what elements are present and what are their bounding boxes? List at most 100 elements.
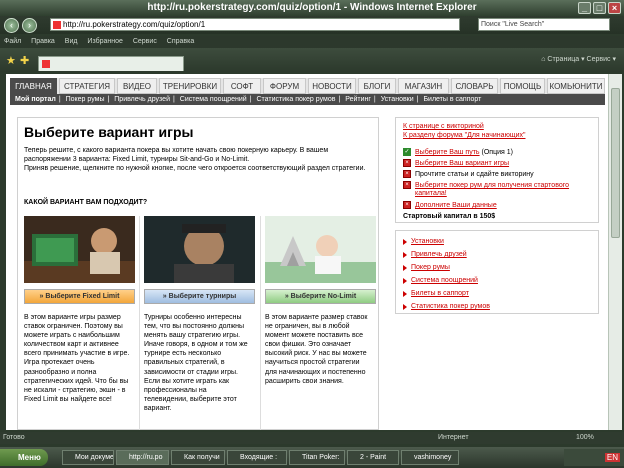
no-limit-description: В этом варианте размер ставок не огранич… bbox=[265, 314, 368, 385]
subnav-stats[interactable]: Статистика покер румов bbox=[257, 96, 336, 103]
maximize-button[interactable]: □ bbox=[593, 2, 606, 14]
tournament-image bbox=[144, 216, 255, 283]
vertical-scrollbar[interactable] bbox=[608, 74, 622, 430]
site-sub-nav: Мой портал | Покер румы | Привлечь друзей |… bbox=[10, 94, 605, 105]
nav-forum[interactable]: ФОРУМ bbox=[263, 78, 306, 94]
window-title-bar: http://ru.pokerstrategy.com/quiz/option/… bbox=[0, 0, 624, 16]
link-invite-friends[interactable]: Привлечь друзей bbox=[411, 251, 467, 259]
command-bar: ⌂ Страница ▾ Сервис ▾ bbox=[541, 56, 616, 63]
subnav-rooms[interactable]: Покер румы bbox=[66, 96, 105, 103]
task-how-to[interactable]: Как получи bbox=[171, 450, 225, 465]
nav-home[interactable]: ГЛАВНАЯ bbox=[10, 78, 57, 94]
link-support-tickets[interactable]: Билеты в саппорт bbox=[411, 290, 469, 298]
nav-software[interactable]: СОФТ bbox=[223, 78, 261, 94]
task-inbox[interactable]: Входящие : bbox=[227, 450, 287, 465]
nav-strategy[interactable]: СТРАТЕГИЯ bbox=[59, 78, 115, 94]
page-title: Выберите вариант игры bbox=[24, 124, 194, 140]
favorites-bar: ★ ✚ ⌂ Страница ▾ Сервис ▾ bbox=[0, 48, 624, 72]
search-input[interactable]: Поиск "Live Search" bbox=[478, 18, 610, 31]
no-limit-image bbox=[265, 216, 376, 283]
subnav-invite[interactable]: Привлечь друзей bbox=[114, 96, 170, 103]
arrow-icon bbox=[403, 265, 407, 271]
link-rewards[interactable]: Система поощрений bbox=[411, 277, 478, 285]
site-main-nav: ГЛАВНАЯ СТРАТЕГИЯ ВИДЕО ТРЕНИРОВКИ СОФТ … bbox=[10, 78, 605, 94]
column-divider bbox=[139, 216, 140, 430]
step-1-link[interactable]: Выберите Ваш путь bbox=[415, 149, 480, 156]
nav-news[interactable]: НОВОСТИ bbox=[308, 78, 356, 94]
step-2-link[interactable]: Выберите Ваш вариант игры bbox=[415, 160, 509, 168]
step-done-icon: ✓ bbox=[403, 148, 411, 156]
status-text: Готово bbox=[3, 434, 25, 441]
step-1-extra: (Опция 1) bbox=[481, 149, 513, 156]
address-text: http://ru.pokerstrategy.com/quiz/option/… bbox=[63, 20, 206, 29]
step-5-link[interactable]: Дополните Ваши данные bbox=[415, 202, 497, 210]
nav-training[interactable]: ТРЕНИРОВКИ bbox=[159, 78, 221, 94]
favorites-star-icon[interactable]: ★ bbox=[6, 54, 16, 67]
menu-view[interactable]: Вид bbox=[65, 38, 78, 45]
step-pending-icon: × bbox=[403, 170, 411, 178]
step-pending-icon: × bbox=[403, 181, 411, 189]
tools-menu[interactable]: Сервис bbox=[587, 56, 611, 63]
task-my-documents[interactable]: Мои докуме bbox=[62, 450, 114, 465]
menu-bar: Файл Правка Вид Избранное Сервис Справка bbox=[0, 36, 624, 48]
progress-panel: К странице с викториной К разделу форума… bbox=[395, 117, 599, 223]
zoom-level[interactable]: 100% bbox=[576, 432, 594, 444]
add-favorite-icon[interactable]: ✚ bbox=[20, 54, 29, 67]
nav-community[interactable]: КОМЬЮНИТИ bbox=[547, 78, 605, 94]
menu-file[interactable]: Файл bbox=[4, 38, 21, 45]
menu-favorites[interactable]: Избранное bbox=[87, 38, 122, 45]
nav-video[interactable]: ВИДЕО bbox=[117, 78, 157, 94]
step-4-link[interactable]: Выберите покер рум для получения стартов… bbox=[415, 182, 593, 198]
minimize-button[interactable]: _ bbox=[578, 2, 591, 14]
task-titan-poker[interactable]: Titan Poker: bbox=[289, 450, 345, 465]
subnav-rating[interactable]: Рейтинг bbox=[345, 96, 371, 103]
taskbar: Меню Мои докуме http://ru.po Как получи … bbox=[0, 447, 624, 468]
subnav-rewards[interactable]: Система поощрений bbox=[180, 96, 247, 103]
nav-help[interactable]: ПОМОЩЬ bbox=[500, 78, 545, 94]
nav-shop[interactable]: МАГАЗИН bbox=[398, 78, 449, 94]
step-pending-icon: × bbox=[403, 159, 411, 167]
menu-tools[interactable]: Сервис bbox=[133, 38, 157, 45]
tab-favicon bbox=[42, 60, 50, 68]
page-menu[interactable]: Страница bbox=[547, 56, 579, 63]
arrow-icon bbox=[403, 239, 407, 245]
quick-links-panel: Установки Привлечь друзей Покер румы Сис… bbox=[395, 230, 599, 314]
language-indicator[interactable]: EN bbox=[604, 453, 620, 462]
close-button[interactable]: × bbox=[608, 2, 621, 14]
task-browser[interactable]: http://ru.po bbox=[116, 450, 169, 465]
forward-button[interactable]: › bbox=[22, 18, 37, 33]
scrollbar-thumb[interactable] bbox=[611, 88, 620, 238]
task-paint[interactable]: 2 - Paint bbox=[347, 450, 399, 465]
choose-tournaments-button[interactable]: » Выберите турниры bbox=[144, 289, 255, 304]
link-room-stats[interactable]: Статистика покер румов bbox=[411, 303, 490, 311]
nav-blogs[interactable]: БЛОГИ bbox=[358, 78, 396, 94]
subnav-settings[interactable]: Установки bbox=[381, 96, 414, 103]
site-favicon bbox=[53, 21, 61, 29]
starting-capital-text: Стартовый капитал в 150$ bbox=[403, 213, 496, 220]
menu-edit[interactable]: Правка bbox=[31, 38, 55, 45]
nav-dictionary[interactable]: СЛОВАРЬ bbox=[451, 78, 498, 94]
arrow-icon bbox=[403, 304, 407, 310]
no-limit-photo bbox=[265, 216, 376, 283]
subnav-portal[interactable]: Мой портал bbox=[15, 96, 56, 103]
task-vashimoney[interactable]: vashimoney bbox=[401, 450, 459, 465]
link-poker-rooms[interactable]: Покер румы bbox=[411, 264, 450, 272]
menu-help[interactable]: Справка bbox=[167, 38, 194, 45]
start-button[interactable]: Меню bbox=[0, 449, 48, 466]
beginners-forum-link[interactable]: К разделу форума "Для начинающих" bbox=[403, 132, 525, 140]
quiz-page-link[interactable]: К странице с викториной bbox=[403, 123, 484, 131]
intro-paragraph-1: Теперь решите, с какого варианта покера … bbox=[24, 147, 329, 163]
quiz-panel: Выберите вариант игры Теперь решите, с к… bbox=[17, 117, 379, 430]
search-placeholder: Поиск "Live Search" bbox=[481, 21, 545, 28]
subnav-tickets[interactable]: Билеты в саппорт bbox=[423, 96, 481, 103]
zone-text: Интернет bbox=[438, 434, 469, 441]
choose-no-limit-button[interactable]: » Выберите No-Limit bbox=[265, 289, 376, 304]
back-button[interactable]: ‹ bbox=[4, 18, 19, 33]
browser-tab[interactable] bbox=[38, 56, 184, 71]
page-content: ГЛАВНАЯ СТРАТЕГИЯ ВИДЕО ТРЕНИРОВКИ СОФТ … bbox=[6, 74, 608, 430]
arrow-icon bbox=[403, 291, 407, 297]
choose-fixed-limit-button[interactable]: » Выберите Fixed Limit bbox=[24, 289, 135, 304]
link-settings[interactable]: Установки bbox=[411, 238, 444, 246]
address-input[interactable]: http://ru.pokerstrategy.com/quiz/option/… bbox=[50, 18, 460, 31]
home-icon[interactable]: ⌂ bbox=[541, 56, 545, 63]
